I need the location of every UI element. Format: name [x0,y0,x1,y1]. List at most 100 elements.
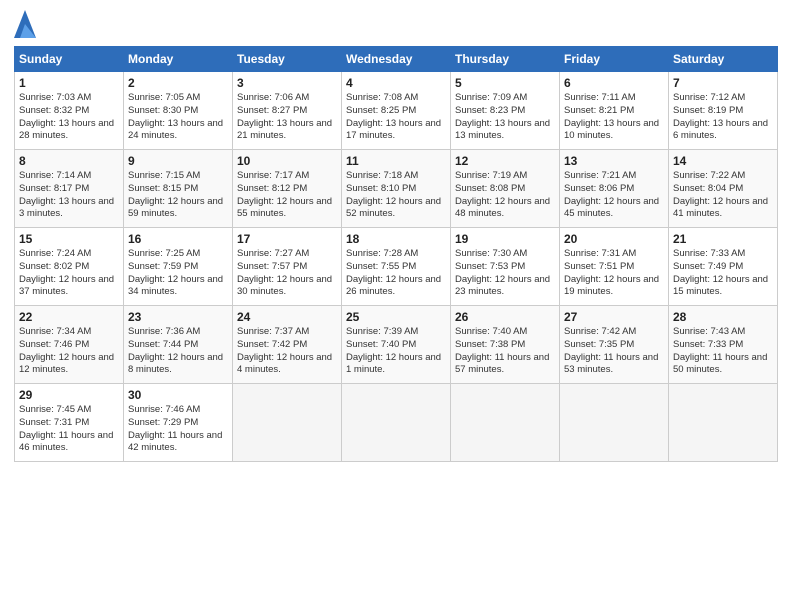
day-number: 13 [564,154,664,168]
calendar-cell: 15 Sunrise: 7:24 AMSunset: 8:02 PMDaylig… [15,228,124,306]
calendar-table: SundayMondayTuesdayWednesdayThursdayFrid… [14,46,778,462]
day-number: 9 [128,154,228,168]
day-number: 3 [237,76,337,90]
day-info: Sunrise: 7:24 AMSunset: 8:02 PMDaylight:… [19,248,119,299]
day-info: Sunrise: 7:46 AMSunset: 7:29 PMDaylight:… [128,404,228,455]
day-number: 6 [564,76,664,90]
calendar-cell: 16 Sunrise: 7:25 AMSunset: 7:59 PMDaylig… [124,228,233,306]
calendar-cell: 25 Sunrise: 7:39 AMSunset: 7:40 PMDaylig… [342,306,451,384]
day-number: 14 [673,154,773,168]
day-number: 20 [564,232,664,246]
day-info: Sunrise: 7:19 AMSunset: 8:08 PMDaylight:… [455,170,555,221]
calendar-cell: 14 Sunrise: 7:22 AMSunset: 8:04 PMDaylig… [669,150,778,228]
day-info: Sunrise: 7:08 AMSunset: 8:25 PMDaylight:… [346,92,446,143]
day-info: Sunrise: 7:42 AMSunset: 7:35 PMDaylight:… [564,326,664,377]
day-number: 7 [673,76,773,90]
calendar-cell [451,384,560,462]
day-number: 24 [237,310,337,324]
calendar-cell: 2 Sunrise: 7:05 AMSunset: 8:30 PMDayligh… [124,72,233,150]
calendar-cell: 19 Sunrise: 7:30 AMSunset: 7:53 PMDaylig… [451,228,560,306]
header-day: Monday [124,47,233,72]
calendar-cell [669,384,778,462]
day-number: 4 [346,76,446,90]
calendar-cell: 7 Sunrise: 7:12 AMSunset: 8:19 PMDayligh… [669,72,778,150]
calendar-cell: 22 Sunrise: 7:34 AMSunset: 7:46 PMDaylig… [15,306,124,384]
calendar-cell: 24 Sunrise: 7:37 AMSunset: 7:42 PMDaylig… [233,306,342,384]
header-day: Wednesday [342,47,451,72]
calendar-cell: 21 Sunrise: 7:33 AMSunset: 7:49 PMDaylig… [669,228,778,306]
calendar-cell [560,384,669,462]
header-day: Thursday [451,47,560,72]
day-number: 21 [673,232,773,246]
day-number: 28 [673,310,773,324]
header-row: SundayMondayTuesdayWednesdayThursdayFrid… [15,47,778,72]
calendar-cell: 13 Sunrise: 7:21 AMSunset: 8:06 PMDaylig… [560,150,669,228]
day-info: Sunrise: 7:18 AMSunset: 8:10 PMDaylight:… [346,170,446,221]
calendar-cell: 6 Sunrise: 7:11 AMSunset: 8:21 PMDayligh… [560,72,669,150]
header-day: Saturday [669,47,778,72]
calendar-cell: 10 Sunrise: 7:17 AMSunset: 8:12 PMDaylig… [233,150,342,228]
day-number: 27 [564,310,664,324]
day-info: Sunrise: 7:37 AMSunset: 7:42 PMDaylight:… [237,326,337,377]
day-info: Sunrise: 7:09 AMSunset: 8:23 PMDaylight:… [455,92,555,143]
calendar-cell: 20 Sunrise: 7:31 AMSunset: 7:51 PMDaylig… [560,228,669,306]
day-info: Sunrise: 7:27 AMSunset: 7:57 PMDaylight:… [237,248,337,299]
day-number: 12 [455,154,555,168]
day-number: 29 [19,388,119,402]
day-info: Sunrise: 7:14 AMSunset: 8:17 PMDaylight:… [19,170,119,221]
day-number: 23 [128,310,228,324]
day-info: Sunrise: 7:36 AMSunset: 7:44 PMDaylight:… [128,326,228,377]
calendar-row: 8 Sunrise: 7:14 AMSunset: 8:17 PMDayligh… [15,150,778,228]
day-info: Sunrise: 7:06 AMSunset: 8:27 PMDaylight:… [237,92,337,143]
calendar-cell: 26 Sunrise: 7:40 AMSunset: 7:38 PMDaylig… [451,306,560,384]
header-day: Friday [560,47,669,72]
calendar-cell: 3 Sunrise: 7:06 AMSunset: 8:27 PMDayligh… [233,72,342,150]
calendar-cell: 9 Sunrise: 7:15 AMSunset: 8:15 PMDayligh… [124,150,233,228]
page: SundayMondayTuesdayWednesdayThursdayFrid… [0,0,792,612]
day-info: Sunrise: 7:21 AMSunset: 8:06 PMDaylight:… [564,170,664,221]
calendar-cell: 27 Sunrise: 7:42 AMSunset: 7:35 PMDaylig… [560,306,669,384]
calendar-cell: 11 Sunrise: 7:18 AMSunset: 8:10 PMDaylig… [342,150,451,228]
logo-icon [14,10,36,38]
calendar-cell: 12 Sunrise: 7:19 AMSunset: 8:08 PMDaylig… [451,150,560,228]
calendar-row: 15 Sunrise: 7:24 AMSunset: 8:02 PMDaylig… [15,228,778,306]
day-info: Sunrise: 7:11 AMSunset: 8:21 PMDaylight:… [564,92,664,143]
day-info: Sunrise: 7:22 AMSunset: 8:04 PMDaylight:… [673,170,773,221]
day-number: 15 [19,232,119,246]
day-number: 19 [455,232,555,246]
header [14,10,778,38]
day-info: Sunrise: 7:05 AMSunset: 8:30 PMDaylight:… [128,92,228,143]
calendar-cell: 8 Sunrise: 7:14 AMSunset: 8:17 PMDayligh… [15,150,124,228]
day-info: Sunrise: 7:03 AMSunset: 8:32 PMDaylight:… [19,92,119,143]
day-number: 2 [128,76,228,90]
header-day: Tuesday [233,47,342,72]
day-info: Sunrise: 7:31 AMSunset: 7:51 PMDaylight:… [564,248,664,299]
day-number: 18 [346,232,446,246]
day-info: Sunrise: 7:30 AMSunset: 7:53 PMDaylight:… [455,248,555,299]
day-info: Sunrise: 7:25 AMSunset: 7:59 PMDaylight:… [128,248,228,299]
day-number: 30 [128,388,228,402]
day-info: Sunrise: 7:17 AMSunset: 8:12 PMDaylight:… [237,170,337,221]
day-number: 26 [455,310,555,324]
calendar-cell: 18 Sunrise: 7:28 AMSunset: 7:55 PMDaylig… [342,228,451,306]
calendar-cell [342,384,451,462]
calendar-cell: 28 Sunrise: 7:43 AMSunset: 7:33 PMDaylig… [669,306,778,384]
day-number: 25 [346,310,446,324]
calendar-cell: 23 Sunrise: 7:36 AMSunset: 7:44 PMDaylig… [124,306,233,384]
calendar-cell: 5 Sunrise: 7:09 AMSunset: 8:23 PMDayligh… [451,72,560,150]
calendar-cell [233,384,342,462]
calendar-row: 22 Sunrise: 7:34 AMSunset: 7:46 PMDaylig… [15,306,778,384]
day-info: Sunrise: 7:15 AMSunset: 8:15 PMDaylight:… [128,170,228,221]
calendar-cell: 4 Sunrise: 7:08 AMSunset: 8:25 PMDayligh… [342,72,451,150]
day-number: 10 [237,154,337,168]
day-info: Sunrise: 7:45 AMSunset: 7:31 PMDaylight:… [19,404,119,455]
logo [14,10,38,38]
day-number: 8 [19,154,119,168]
day-info: Sunrise: 7:33 AMSunset: 7:49 PMDaylight:… [673,248,773,299]
day-info: Sunrise: 7:28 AMSunset: 7:55 PMDaylight:… [346,248,446,299]
day-info: Sunrise: 7:34 AMSunset: 7:46 PMDaylight:… [19,326,119,377]
header-day: Sunday [15,47,124,72]
day-number: 5 [455,76,555,90]
calendar-cell: 1 Sunrise: 7:03 AMSunset: 8:32 PMDayligh… [15,72,124,150]
calendar-row: 29 Sunrise: 7:45 AMSunset: 7:31 PMDaylig… [15,384,778,462]
